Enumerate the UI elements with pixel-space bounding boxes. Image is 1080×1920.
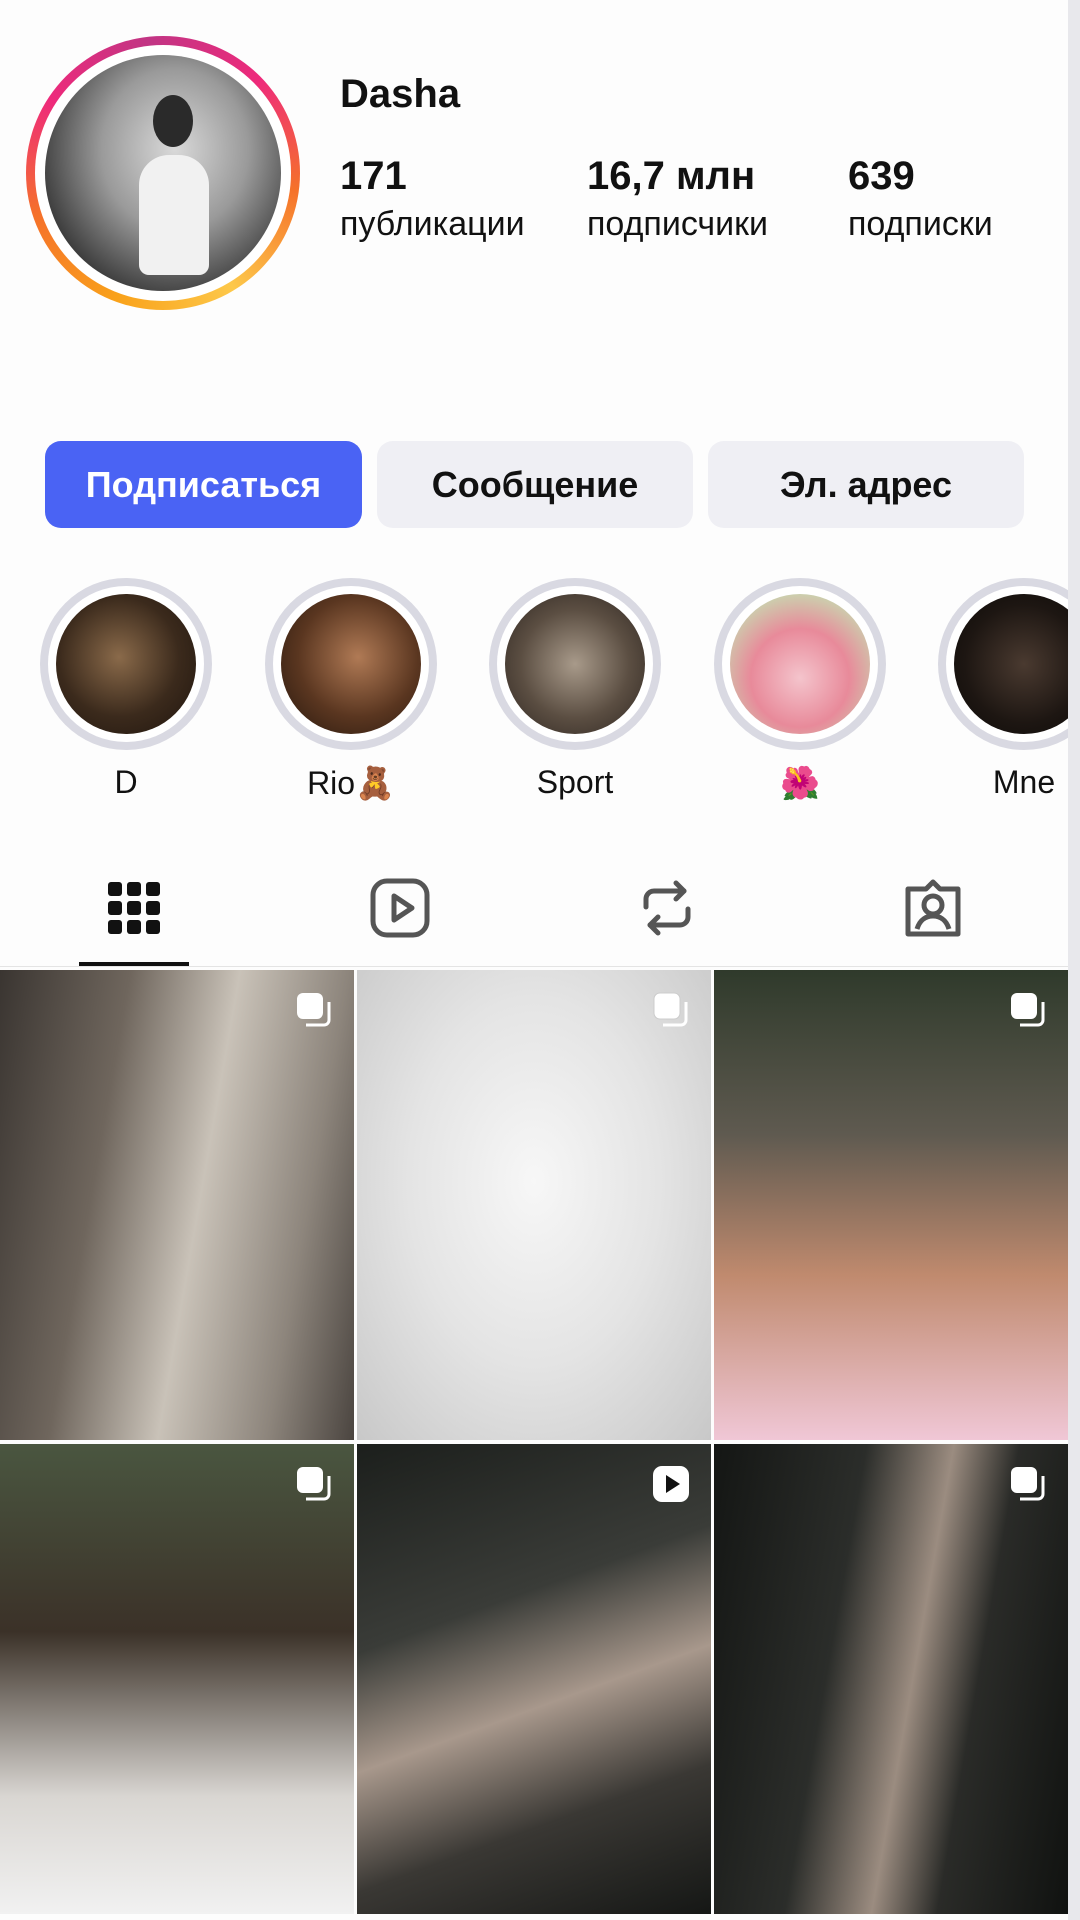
carousel-icon bbox=[297, 1467, 331, 1501]
follow-button[interactable]: Подписаться bbox=[45, 441, 362, 528]
post-tile[interactable] bbox=[357, 970, 711, 1440]
highlight-item[interactable]: 🌺 bbox=[712, 578, 888, 802]
tagged-icon bbox=[905, 879, 961, 937]
tab-posts[interactable] bbox=[94, 868, 174, 948]
reel-badge-icon bbox=[653, 1466, 689, 1502]
tab-reposts[interactable] bbox=[627, 868, 707, 948]
highlight-item[interactable]: Mne bbox=[936, 578, 1080, 801]
reels-icon bbox=[370, 878, 430, 938]
profile-username: Dasha bbox=[340, 72, 461, 116]
stat-following-value: 639 bbox=[848, 154, 915, 198]
post-tile[interactable] bbox=[0, 1444, 354, 1914]
stat-followers-label: подписчики bbox=[587, 205, 769, 243]
highlight-label: D bbox=[114, 764, 138, 800]
stat-following-label: подписки bbox=[848, 205, 993, 243]
stat-followers[interactable]: 16,7 млн подписчики bbox=[587, 152, 768, 248]
tab-tagged[interactable] bbox=[893, 868, 973, 948]
highlight-label: 🌺 bbox=[780, 765, 820, 801]
highlight-item[interactable]: Rio🧸 bbox=[263, 578, 439, 802]
post-tile[interactable] bbox=[714, 970, 1068, 1440]
tab-reels[interactable] bbox=[360, 868, 440, 948]
highlight-cover bbox=[56, 594, 196, 734]
carousel-icon bbox=[653, 992, 688, 1027]
highlight-item[interactable]: Sport bbox=[487, 578, 663, 801]
highlight-cover bbox=[281, 594, 421, 734]
highlight-label: Rio🧸 bbox=[307, 765, 395, 801]
highlight-item[interactable]: D bbox=[38, 578, 214, 801]
stat-posts-value: 171 bbox=[340, 154, 407, 198]
highlight-label: Mne bbox=[992, 764, 1056, 800]
highlight-cover bbox=[730, 594, 870, 734]
carousel-icon bbox=[1011, 1467, 1045, 1501]
avatar bbox=[45, 55, 281, 291]
highlight-cover bbox=[505, 594, 645, 734]
message-button[interactable]: Сообщение bbox=[377, 441, 693, 528]
stat-posts[interactable]: 171 публикации bbox=[340, 152, 525, 248]
reposts-icon bbox=[643, 880, 691, 936]
profile-avatar-story-ring[interactable] bbox=[26, 36, 300, 310]
highlight-label: Sport bbox=[536, 764, 614, 800]
stat-posts-label: публикации bbox=[340, 205, 525, 243]
post-tile[interactable] bbox=[357, 1444, 711, 1914]
email-button[interactable]: Эл. адрес bbox=[708, 441, 1024, 528]
grid-icon bbox=[108, 882, 160, 934]
profile-page: Dasha 171 публикации 16,7 млн подписчики… bbox=[0, 0, 1080, 1920]
stat-followers-value: 16,7 млн bbox=[587, 154, 756, 198]
post-tile[interactable] bbox=[714, 1444, 1068, 1914]
stat-following[interactable]: 639 подписки bbox=[848, 152, 993, 248]
post-tile[interactable] bbox=[0, 970, 354, 1440]
carousel-icon bbox=[1011, 993, 1045, 1027]
carousel-icon bbox=[297, 993, 331, 1027]
